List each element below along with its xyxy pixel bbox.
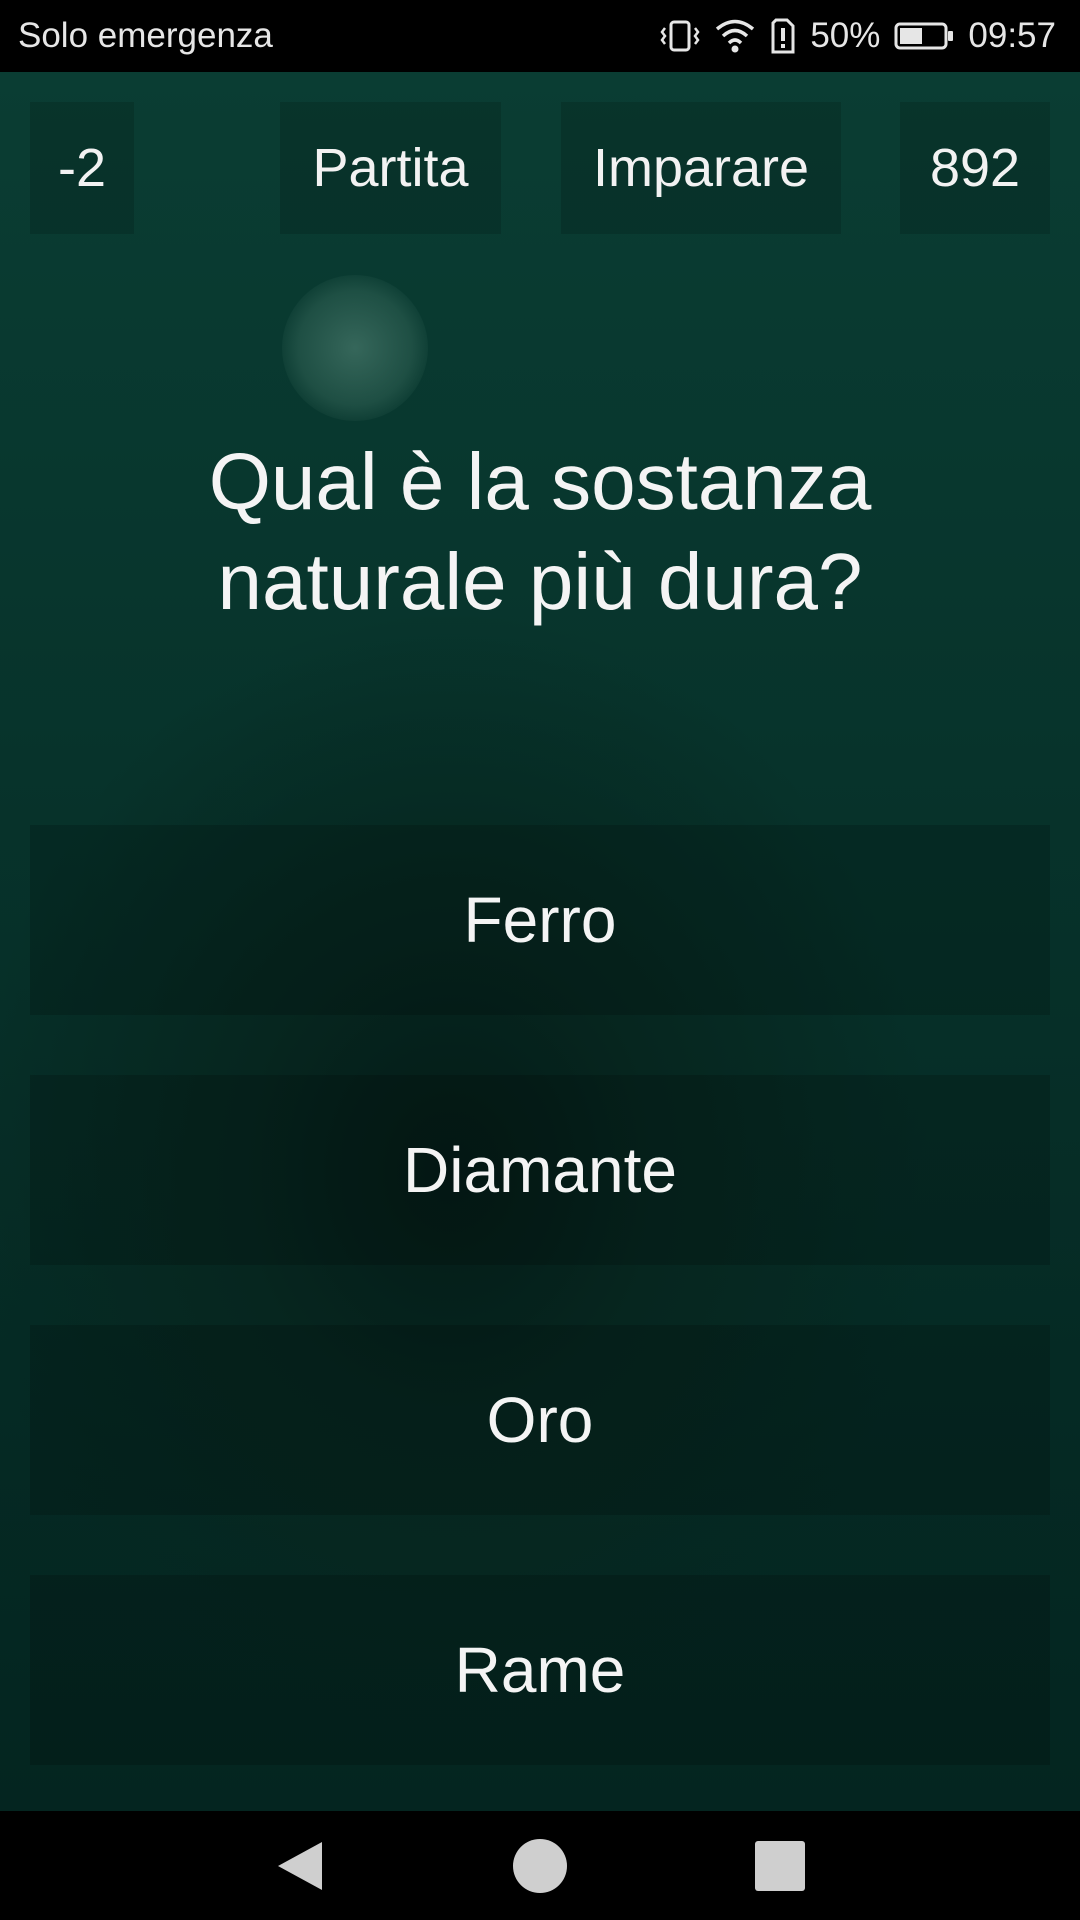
answer-button-ferro[interactable]: Ferro xyxy=(30,825,1050,1015)
battery-percent: 50% xyxy=(810,16,881,55)
score-display: -2 xyxy=(30,102,134,234)
answer-button-rame[interactable]: Rame xyxy=(30,1575,1050,1765)
points-display: 892 xyxy=(900,102,1050,234)
question-line-2: naturale più dura? xyxy=(217,537,863,626)
imparare-button[interactable]: Imparare xyxy=(561,102,841,234)
status-bar: Solo emergenza 50% 09:57 xyxy=(0,0,1080,72)
battery-icon xyxy=(894,21,954,51)
decorative-circle xyxy=(282,275,428,421)
vibrate-icon xyxy=(660,16,700,56)
screen: Solo emergenza 50% 09:57 -2 Partita Impa… xyxy=(0,0,1080,1920)
alert-icon xyxy=(770,17,796,55)
answer-button-diamante[interactable]: Diamante xyxy=(30,1075,1050,1265)
back-icon[interactable] xyxy=(250,1811,350,1920)
question-text: Qual è la sostanza naturale più dura? xyxy=(60,432,1020,632)
question-line-1: Qual è la sostanza xyxy=(208,437,872,526)
navigation-bar xyxy=(0,1811,1080,1920)
answer-button-oro[interactable]: Oro xyxy=(30,1325,1050,1515)
partita-button[interactable]: Partita xyxy=(280,102,501,234)
status-icons: 50% 09:57 xyxy=(660,10,1056,62)
quiz-screen: -2 Partita Imparare 892 Qual è la sostan… xyxy=(0,72,1080,1811)
clock: 09:57 xyxy=(968,16,1056,55)
recents-icon[interactable] xyxy=(730,1811,830,1920)
home-icon[interactable] xyxy=(490,1811,590,1920)
wifi-icon xyxy=(714,17,756,55)
carrier-label: Solo emergenza xyxy=(18,16,273,55)
